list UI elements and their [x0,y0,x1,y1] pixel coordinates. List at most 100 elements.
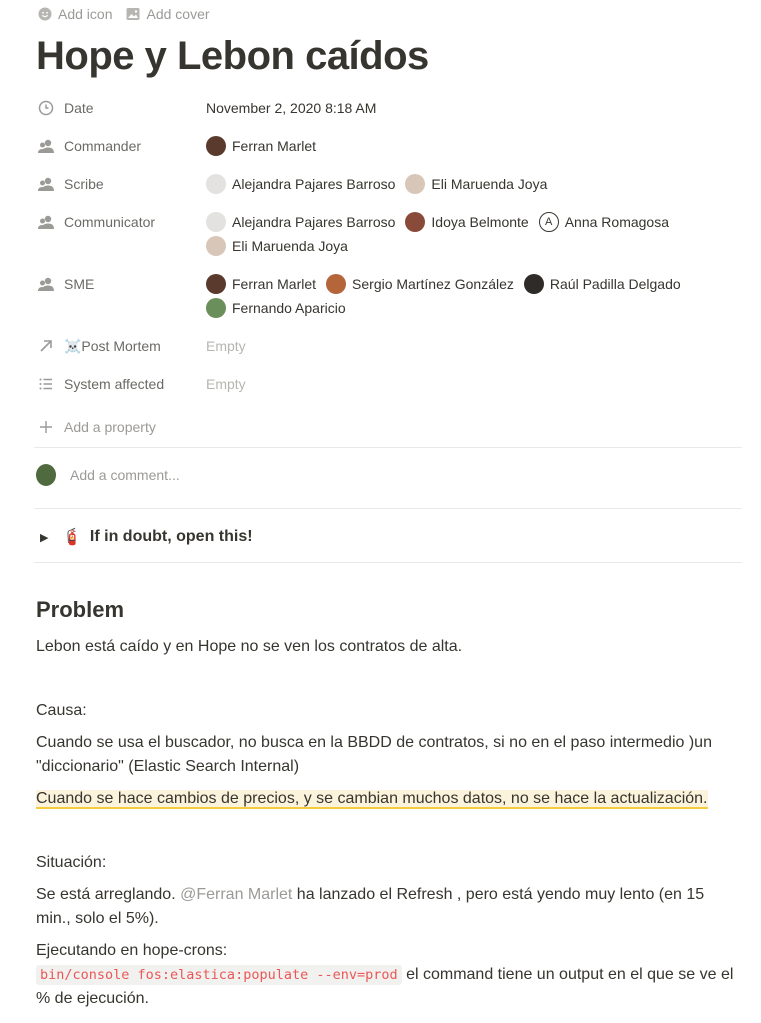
comment-bar: Add a comment... [36,464,180,486]
person-chip[interactable]: Eli Maruenda Joya [206,234,348,258]
add-icon-label: Add icon [58,6,113,22]
user-mention[interactable]: @Ferran Marlet [180,886,292,903]
page-topbar: Add icon Add cover [38,6,210,22]
person-chip[interactable]: Sergio Martínez González [326,272,514,296]
property-value[interactable]: Alejandra Pajares Barroso Eli Maruenda J… [206,172,742,196]
person-chip[interactable]: Fernando Aparicio [206,296,346,320]
person-chip[interactable]: Raúl Padilla Delgado [523,272,681,296]
situacion-label: Situación: [36,854,107,871]
highlight-paragraph: Cuando se hace cambios de precios, y se … [36,787,736,811]
plus-icon [36,420,56,434]
property-name[interactable]: ☠️Post Mortem [36,334,206,358]
add-cover-label: Add cover [146,6,210,22]
divider [34,562,742,563]
property-scribe[interactable]: Scribe Alejandra Pajares Barroso Eli Mar… [36,172,742,210]
problem-text: Lebon está caído y en Hope no se ven los… [36,638,463,655]
page-title[interactable]: Hope y Lebon caídos [36,34,429,79]
property-name[interactable]: Communicator [36,210,206,234]
property-name[interactable]: SME [36,272,206,296]
property-value[interactable]: Ferran Marlet Sergio Martínez González R… [206,272,742,320]
property-name-label: SME [64,276,95,292]
people-icon [36,138,56,154]
comment-input[interactable]: Add a comment... [70,467,180,483]
avatar [206,298,226,318]
divider [34,508,742,509]
add-cover-button[interactable]: Add cover [126,6,210,22]
avatar [206,136,226,156]
avatar [206,212,226,232]
property-system-affected[interactable]: System affected Empty [36,372,742,410]
person-name: Eli Maruenda Joya [232,238,348,254]
add-icon-button[interactable]: Add icon [38,6,112,22]
person-name: Anna Romagosa [564,214,670,230]
properties-panel: Date November 2, 2020 8:18 AM Commander … [36,96,742,444]
property-value[interactable]: Empty [206,372,742,396]
person-chip[interactable]: A Anna Romagosa [538,210,670,234]
property-commander[interactable]: Commander Ferran Marlet [36,134,742,172]
property-name[interactable]: Scribe [36,172,206,196]
property-name[interactable]: Commander [36,134,206,158]
property-value[interactable]: November 2, 2020 8:18 AM [206,96,742,120]
property-date[interactable]: Date November 2, 2020 8:18 AM [36,96,742,134]
clock-icon [36,100,56,116]
avatar [206,274,226,294]
highlighted-text: Cuando se hace cambios de precios, y se … [36,790,708,809]
property-communicator[interactable]: Communicator Alejandra Pajares Barroso I… [36,210,742,272]
toggle-label: If in doubt, open this! [89,528,253,545]
person-chip[interactable]: Ferran Marlet [206,134,316,158]
divider [34,447,742,448]
person-name: Sergio Martínez González [352,276,514,292]
toggle-block[interactable]: ▶ 🧯 If in doubt, open this! [40,527,253,547]
property-value[interactable]: Ferran Marlet [206,134,742,158]
avatar [326,274,347,294]
property-name-label: Date [64,100,94,116]
image-icon [126,7,140,21]
person-name: Ferran Marlet [232,138,317,154]
date-value[interactable]: November 2, 2020 8:18 AM [206,96,376,120]
property-name-label: System affected [64,376,165,392]
situacion-text: Se está arreglando. @Ferran Marlet ha la… [36,883,736,931]
person-chip[interactable]: Ferran Marlet [206,272,316,296]
property-value[interactable]: Alejandra Pajares Barroso Idoya Belmonte… [206,210,742,258]
exec-label: Ejecutando en hope-crons: [36,942,228,959]
list-icon [36,376,56,392]
avatar: A [538,212,559,232]
property-post-mortem[interactable]: ☠️Post Mortem Empty [36,334,742,372]
people-icon [36,276,56,292]
property-name-label: ☠️Post Mortem [64,337,161,354]
property-name-label: Scribe [64,176,104,192]
property-name-label: Commander [64,138,142,154]
add-property-label: Add a property [64,419,156,435]
person-name: Alejandra Pajares Barroso [232,176,396,192]
property-value[interactable]: Empty [206,334,742,358]
person-chip[interactable]: Alejandra Pajares Barroso [206,210,395,234]
person-chip[interactable]: Idoya Belmonte [405,210,529,234]
property-name[interactable]: System affected [36,372,206,396]
avatar [523,274,544,294]
property-name-label: Communicator [64,214,156,230]
person-chip[interactable]: Alejandra Pajares Barroso [206,172,395,196]
person-chip[interactable]: Eli Maruenda Joya [405,172,547,196]
triangle-right-icon[interactable]: ▶ [40,531,54,544]
causa-text: Cuando se usa el buscador, no busca en l… [36,734,712,775]
avatar [206,174,226,194]
empty-value[interactable]: Empty [206,372,246,396]
smiley-icon [38,7,52,21]
person-name: Ferran Marlet [232,276,317,292]
avatar [206,236,226,256]
avatar [36,464,56,486]
arrow-up-right-icon [36,338,56,354]
empty-value[interactable]: Empty [206,334,246,358]
causa-label: Causa: [36,702,87,719]
exec-text: bin/console fos:elastica:populate --env=… [36,963,736,1011]
property-name[interactable]: Date [36,96,206,120]
property-sme[interactable]: SME Ferran Marlet Sergio Martínez Gonzál… [36,272,742,334]
person-name: Alejandra Pajares Barroso [232,214,396,230]
fire-extinguisher-icon: 🧯 [62,529,82,546]
people-icon [36,176,56,192]
add-property-button[interactable]: Add a property [36,410,742,444]
problem-heading: Problem [36,597,125,622]
people-icon [36,214,56,230]
inline-code: bin/console fos:elastica:populate --env=… [36,965,402,985]
person-name: Eli Maruenda Joya [431,176,548,192]
